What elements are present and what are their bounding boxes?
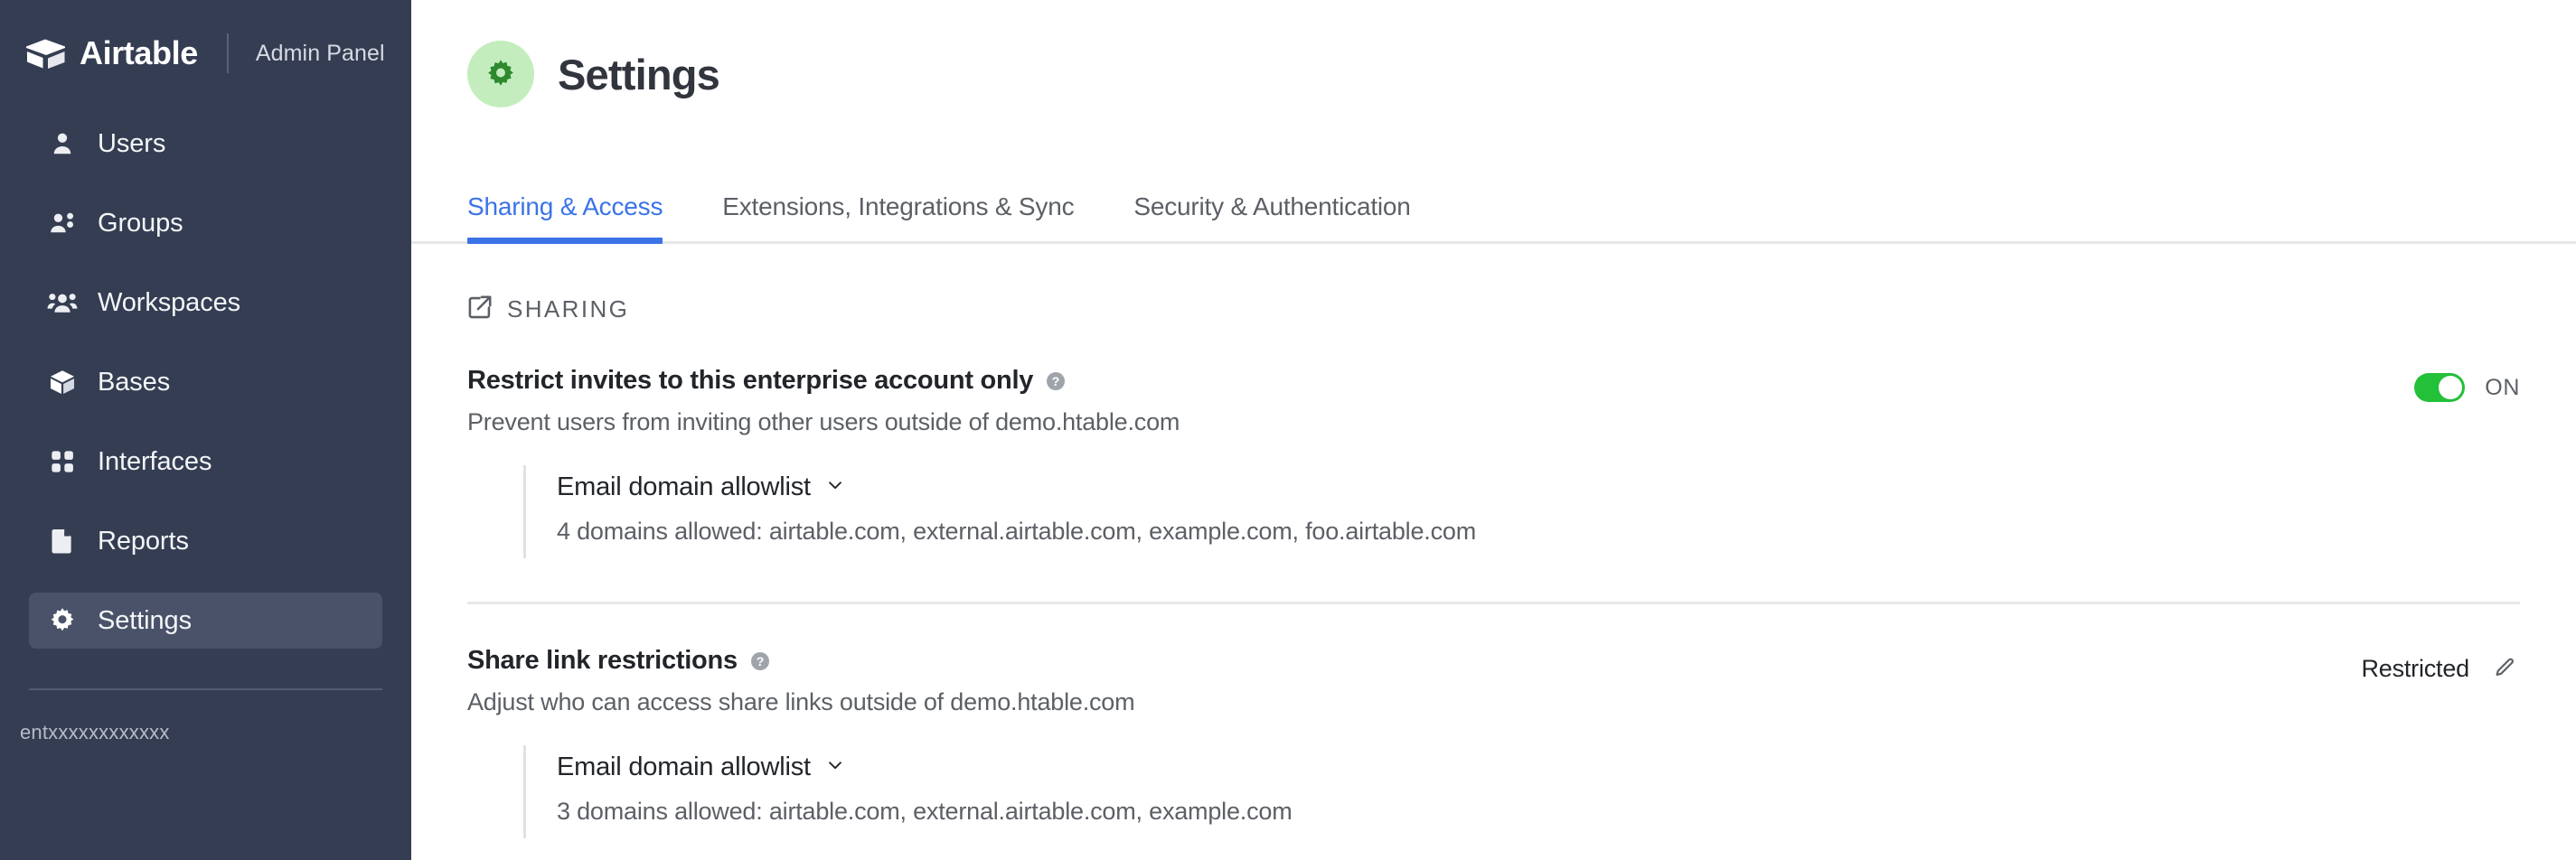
sidebar-item-label: Settings <box>98 605 192 635</box>
sidebar-item-label: Users <box>98 128 166 158</box>
chevron-down-icon[interactable] <box>825 475 845 500</box>
external-link-icon <box>467 294 493 324</box>
subblock-title: Email domain allowlist <box>557 472 811 501</box>
grid-dots-icon <box>47 446 78 477</box>
subblock-description: 4 domains allowed: airtable.com, externa… <box>557 518 1476 545</box>
sidebar-item-bases[interactable]: Bases <box>29 354 382 410</box>
airtable-logo-icon <box>25 35 80 71</box>
email-domain-allowlist-block-2: Email domain allowlist 3 domains allowed… <box>523 745 2520 838</box>
tab-sharing-access[interactable]: Sharing & Access <box>467 192 663 244</box>
svg-text:?: ? <box>1052 374 1060 388</box>
section-header-sharing: SHARING <box>467 244 2520 324</box>
email-domain-allowlist-block-1: Email domain allowlist 4 domains allowed… <box>523 465 2520 558</box>
sidebar-item-interfaces[interactable]: Interfaces <box>29 434 382 490</box>
email-domain-allowlist-toggle-1[interactable]: Email domain allowlist <box>557 472 2520 502</box>
sidebar-item-reports[interactable]: Reports <box>29 513 382 569</box>
page-header: Settings <box>411 0 2576 116</box>
sidebar-footer: entxxxxxxxxxxxx <box>0 690 411 744</box>
help-circle-icon[interactable]: ? <box>749 650 771 672</box>
sidebar-item-label: Interfaces <box>98 446 212 476</box>
chevron-down-icon[interactable] <box>825 755 845 780</box>
sidebar-item-settings[interactable]: Settings <box>29 593 382 649</box>
restrict-invites-toggle[interactable] <box>2414 373 2466 402</box>
setting-restrict-invites: Restrict invites to this enterprise acco… <box>467 324 2520 436</box>
brand-name: Airtable <box>80 34 198 71</box>
app-root: Airtable Admin Panel Users Groups Worksp… <box>0 0 2576 860</box>
toggle-knob <box>2439 376 2463 399</box>
page-title: Settings <box>558 50 720 98</box>
sidebar: Airtable Admin Panel Users Groups Worksp… <box>0 0 411 860</box>
brand-header: Airtable Admin Panel <box>0 0 411 107</box>
svg-text:?: ? <box>757 654 765 668</box>
setting-description: Adjust who can access share links outsid… <box>467 688 1135 715</box>
users-group-icon <box>47 287 78 318</box>
sidebar-item-users[interactable]: Users <box>29 116 382 172</box>
tab-security-authentication[interactable]: Security & Authentication <box>1133 192 1410 241</box>
setting-title: Restrict invites to this enterprise acco… <box>467 366 1034 395</box>
document-icon <box>47 526 78 556</box>
setting-title-line: Share link restrictions ? <box>467 646 1134 676</box>
section-title: SHARING <box>507 295 630 322</box>
gear-icon <box>47 605 78 636</box>
tab-extensions-integrations-sync[interactable]: Extensions, Integrations & Sync <box>722 192 1074 241</box>
setting-control: ON <box>2414 366 2520 402</box>
sidebar-nav: Users Groups Workspaces Bases Interfaces… <box>0 116 411 672</box>
toggle-state-label: ON <box>2485 374 2520 400</box>
setting-title: Share link restrictions <box>467 646 738 675</box>
sidebar-item-label: Bases <box>98 367 171 397</box>
sidebar-item-workspaces[interactable]: Workspaces <box>29 275 382 331</box>
sidebar-item-label: Reports <box>98 526 189 556</box>
setting-description: Prevent users from inviting other users … <box>467 408 1180 435</box>
setting-control: Restricted <box>2361 646 2520 684</box>
settings-content: SHARING Restrict invites to this enterpr… <box>411 244 2576 838</box>
help-circle-icon[interactable]: ? <box>1045 370 1067 392</box>
users-two-icon <box>47 208 78 238</box>
subblock-title: Email domain allowlist <box>557 752 811 781</box>
setting-text-block: Restrict invites to this enterprise acco… <box>467 366 1180 436</box>
subblock-description: 3 domains allowed: airtable.com, externa… <box>557 798 1293 825</box>
share-link-restriction-value: Restricted <box>2361 654 2469 682</box>
setting-share-link-restrictions: Share link restrictions ? Adjust who can… <box>467 604 2520 716</box>
gear-icon <box>467 41 534 108</box>
sidebar-item-label: Workspaces <box>98 287 241 317</box>
email-domain-allowlist-toggle-2[interactable]: Email domain allowlist <box>557 752 2520 782</box>
main-content: Settings Sharing & Access Extensions, In… <box>411 0 2576 860</box>
setting-title-line: Restrict invites to this enterprise acco… <box>467 366 1180 396</box>
enterprise-account-id: entxxxxxxxxxxxx <box>20 721 170 743</box>
settings-tablist: Sharing & Access Extensions, Integration… <box>411 116 2576 244</box>
brand-divider <box>226 33 229 73</box>
sidebar-item-groups[interactable]: Groups <box>29 195 382 251</box>
setting-text-block: Share link restrictions ? Adjust who can… <box>467 646 1135 716</box>
cube-icon <box>47 367 78 397</box>
sidebar-item-label: Groups <box>98 208 183 238</box>
pencil-icon[interactable] <box>2489 653 2520 684</box>
user-icon <box>47 128 78 159</box>
brand-subtitle: Admin Panel <box>255 40 385 66</box>
